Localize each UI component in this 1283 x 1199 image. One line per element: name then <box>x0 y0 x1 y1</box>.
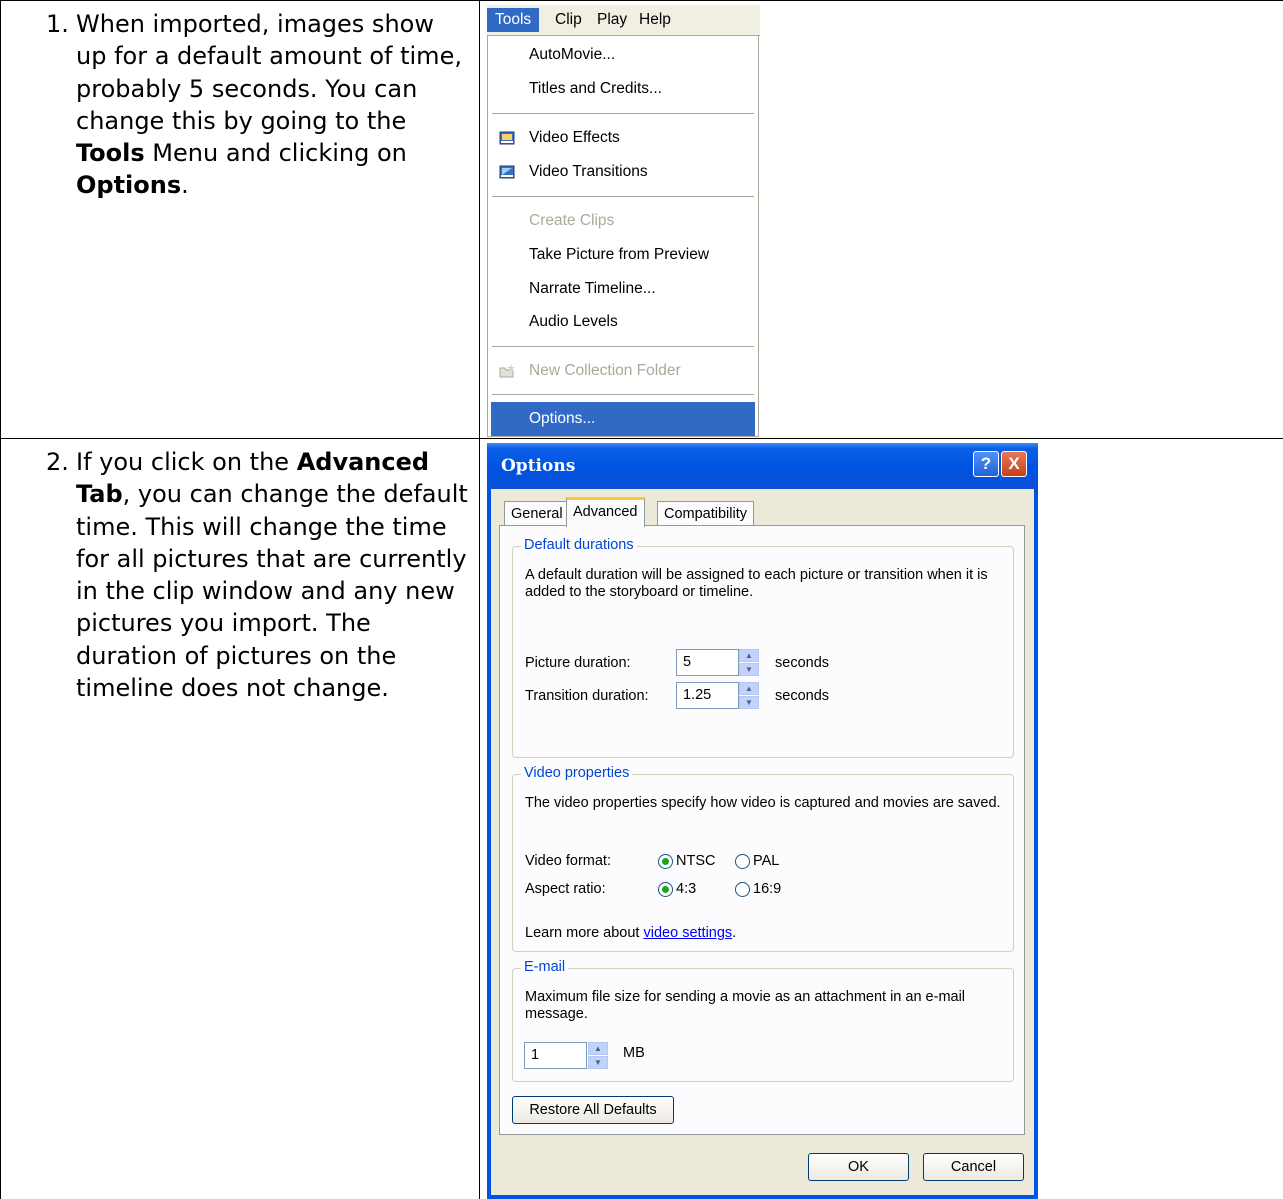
aspect-4-3-label[interactable]: 4:3 <box>676 881 696 897</box>
spin-up-icon[interactable]: ▲ <box>739 682 759 695</box>
menu-help[interactable]: Help <box>631 8 679 32</box>
tools-menu-dropdown: AutoMovie... Titles and Credits... Video… <box>487 36 759 437</box>
transition-duration-unit: seconds <box>775 688 830 704</box>
aspect-4-3-radio[interactable] <box>658 882 673 897</box>
transition-duration-label: Transition duration: <box>525 688 649 704</box>
transition-duration-spinner[interactable]: ▲ ▼ <box>739 682 759 709</box>
email-group: E-mail Maximum file size for sending a m… <box>512 959 1014 1082</box>
menu-item-take-picture[interactable]: Take Picture from Preview <box>491 238 755 272</box>
menu-separator <box>492 346 754 348</box>
step-text: When imported, images show up for a defa… <box>76 10 462 200</box>
cancel-button[interactable]: Cancel <box>923 1153 1024 1181</box>
help-button[interactable]: ? <box>973 451 999 477</box>
video-transitions-icon <box>499 165 515 179</box>
ntsc-radio[interactable] <box>658 854 673 869</box>
email-size-input[interactable]: 1 <box>524 1042 587 1069</box>
tab-compatibility[interactable]: Compatibility <box>657 501 754 525</box>
table-border-left <box>0 0 1 1199</box>
video-settings-link[interactable]: video settings <box>644 925 733 941</box>
tab-advanced[interactable]: Advanced <box>566 497 645 527</box>
tab-general[interactable]: General <box>504 501 570 525</box>
picture-duration-spinner[interactable]: ▲ ▼ <box>739 649 759 676</box>
menu-play[interactable]: Play <box>589 8 635 32</box>
spin-down-icon[interactable]: ▼ <box>588 1056 608 1069</box>
group-title: E-mail <box>521 959 569 975</box>
email-size-spinner[interactable]: ▲ ▼ <box>588 1042 608 1069</box>
picture-duration-input[interactable]: 5 <box>676 649 739 676</box>
dialog-title: Options <box>501 456 576 476</box>
close-button[interactable]: X <box>1001 451 1027 477</box>
dialog-body: General Advanced Compatibility Default d… <box>491 489 1034 1195</box>
menu-item-narrate-timeline[interactable]: Narrate Timeline... <box>491 272 755 306</box>
ok-button[interactable]: OK <box>808 1153 909 1181</box>
table-row-divider <box>0 438 1283 439</box>
menu-item-audio-levels[interactable]: Audio Levels <box>491 305 755 339</box>
restore-defaults-button[interactable]: Restore All Defaults <box>512 1096 674 1124</box>
learn-more-line: Learn more about video settings. <box>525 925 737 941</box>
menu-item-create-clips: Create Clips <box>529 212 615 229</box>
menu-tools[interactable]: Tools <box>487 8 540 32</box>
new-folder-icon <box>499 364 515 378</box>
video-properties-group: Video properties The video properties sp… <box>512 765 1014 952</box>
table-column-divider <box>479 0 480 1199</box>
default-durations-group: Default durations A default duration wil… <box>512 537 1014 758</box>
menu-item-titles-credits[interactable]: Titles and Credits... <box>491 72 755 106</box>
dialog-titlebar[interactable]: Options ? X <box>487 443 1038 489</box>
spin-down-icon[interactable]: ▼ <box>739 696 759 709</box>
picture-duration-unit: seconds <box>775 655 830 671</box>
durations-description: A default duration will be assigned to e… <box>525 567 988 600</box>
video-effects-icon <box>499 131 515 145</box>
step-2: 2. If you click on the Advanced Tab, you… <box>46 446 468 704</box>
tools-menu-screenshot: Tools Clip Play Help AutoMovie... Titles… <box>487 5 760 437</box>
menu-item-automovie[interactable]: AutoMovie... <box>491 38 755 72</box>
video-description: The video properties specify how video i… <box>525 795 1001 811</box>
advanced-tab-page: Default durations A default duration wil… <box>499 525 1025 1135</box>
spin-down-icon[interactable]: ▼ <box>739 663 759 676</box>
step-number: 2. <box>46 448 69 476</box>
step-text: If you click on the Advanced Tab, you ca… <box>76 448 468 703</box>
menu-item-video-transitions[interactable]: Video Transitions <box>491 155 755 189</box>
group-title: Default durations <box>521 537 637 553</box>
spin-up-icon[interactable]: ▲ <box>739 649 759 662</box>
group-title: Video properties <box>521 765 633 781</box>
aspect-16-9-radio[interactable] <box>735 882 750 897</box>
table-border-top <box>0 0 1283 1</box>
ntsc-label[interactable]: NTSC <box>676 853 715 869</box>
transition-duration-input[interactable]: 1.25 <box>676 682 739 709</box>
menu-separator <box>492 196 754 198</box>
email-description: Maximum file size for sending a movie as… <box>525 989 966 1022</box>
menu-bar: Tools Clip Play Help <box>487 5 760 36</box>
step-1: 1. When imported, images show up for a d… <box>46 8 468 202</box>
spin-up-icon[interactable]: ▲ <box>588 1042 608 1055</box>
menu-separator <box>492 394 754 396</box>
menu-item-options[interactable]: Options... <box>491 402 755 436</box>
menu-item-new-collection-folder: New Collection Folder <box>491 354 755 388</box>
aspect-ratio-label: Aspect ratio: <box>525 881 606 897</box>
options-dialog: Options ? X General Advanced Compatibili… <box>487 443 1038 1199</box>
email-size-unit: MB <box>623 1045 645 1061</box>
picture-duration-label: Picture duration: <box>525 655 631 671</box>
menu-clip[interactable]: Clip <box>547 8 590 32</box>
video-format-label: Video format: <box>525 853 611 869</box>
step-number: 1. <box>46 10 69 38</box>
pal-label[interactable]: PAL <box>753 853 779 869</box>
menu-item-video-effects[interactable]: Video Effects <box>491 121 755 155</box>
menu-separator <box>492 113 754 115</box>
aspect-16-9-label[interactable]: 16:9 <box>753 881 781 897</box>
pal-radio[interactable] <box>735 854 750 869</box>
